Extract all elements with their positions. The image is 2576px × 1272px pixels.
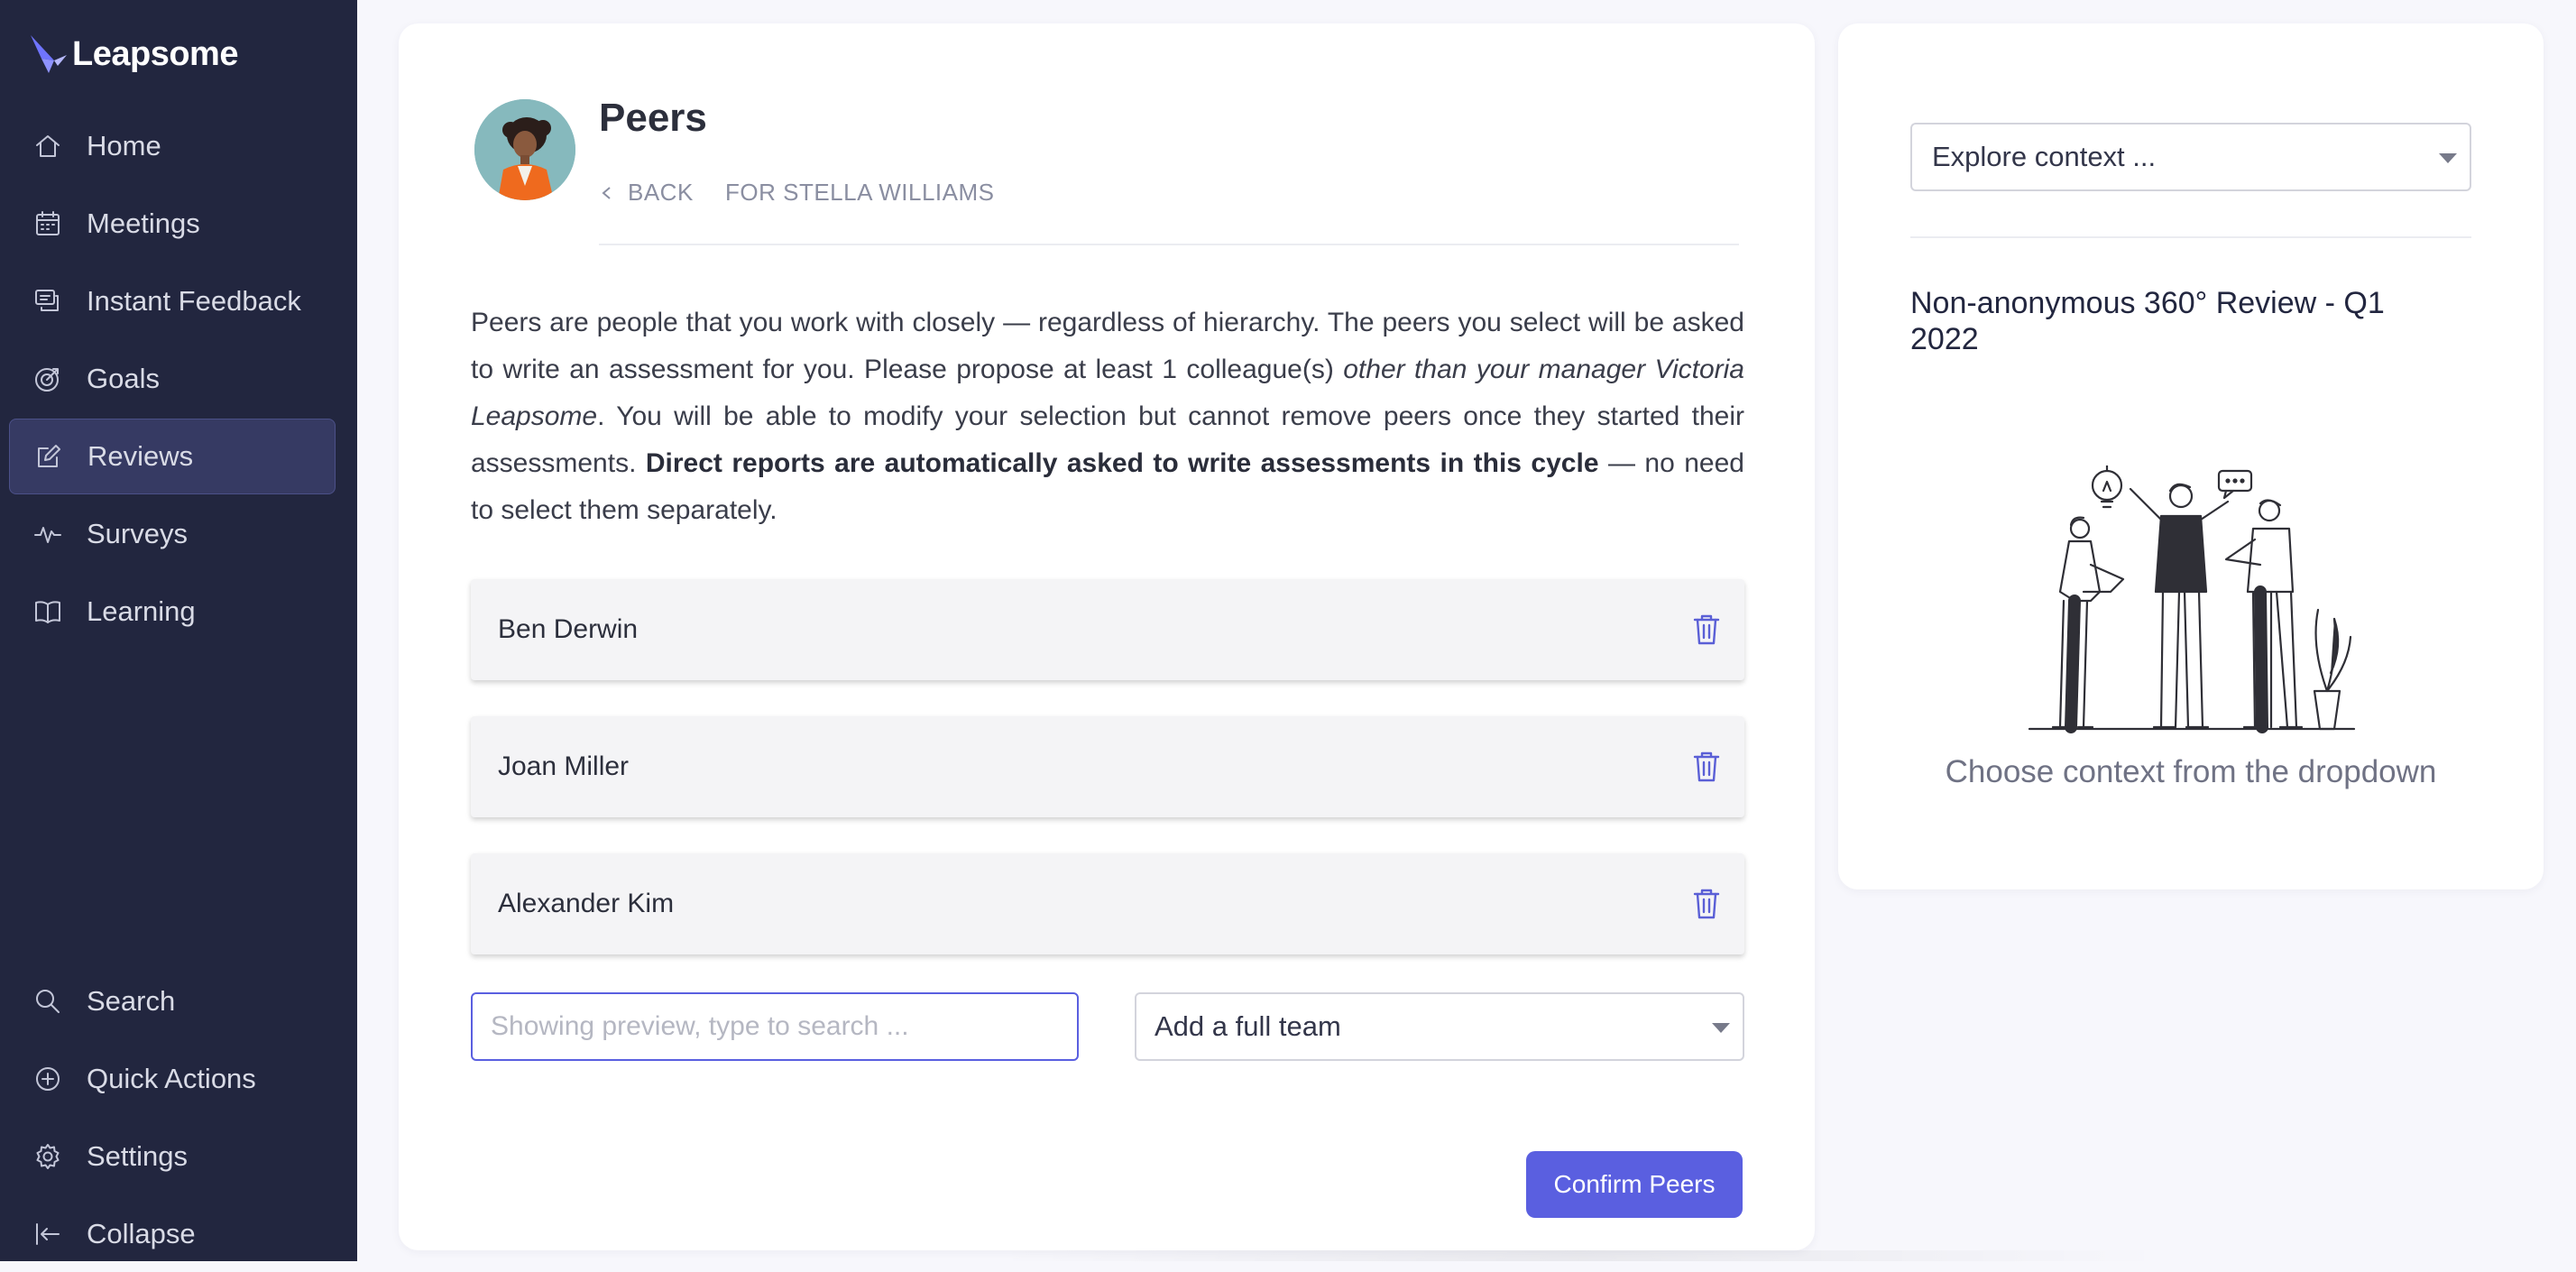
caret-down-icon xyxy=(2439,153,2457,163)
sidebar-item-label: Instant Feedback xyxy=(87,285,301,317)
sidebar-item-label: Learning xyxy=(87,595,196,627)
edit-icon xyxy=(32,439,66,474)
target-icon xyxy=(31,362,65,396)
sidebar-item-label: Home xyxy=(87,130,161,161)
back-button[interactable]: BACK xyxy=(599,179,694,207)
delete-peer-button[interactable] xyxy=(1692,888,1721,920)
sidebar-item-label: Settings xyxy=(87,1140,189,1172)
explore-context-value: Explore context ... xyxy=(1932,141,2157,172)
peer-row: Joan Miller xyxy=(471,716,1744,817)
sidebar-item-label: Meetings xyxy=(87,207,200,239)
delete-peer-button[interactable] xyxy=(1692,613,1721,646)
scroll-shadow xyxy=(992,1250,2165,1261)
divider xyxy=(599,244,1739,245)
peer-row: Ben Derwin xyxy=(471,579,1744,680)
leapsome-bird-icon xyxy=(31,35,67,73)
chat-icon xyxy=(31,284,65,318)
peer-name: Alexander Kim xyxy=(498,889,675,918)
peer-row: Alexander Kim xyxy=(471,853,1744,954)
sidebar-item-reviews[interactable]: Reviews xyxy=(9,419,336,494)
sidebar-item-learning[interactable]: Learning xyxy=(9,574,336,650)
sidebar-item-label: Reviews xyxy=(87,440,194,472)
sidebar-item-instant-feedback[interactable]: Instant Feedback xyxy=(9,263,336,339)
search-icon xyxy=(31,984,65,1019)
empty-context-hint: Choose context from the dropdown xyxy=(1945,754,2437,789)
team-illustration xyxy=(2028,465,2356,733)
peer-name: Joan Miller xyxy=(498,751,630,781)
avatar xyxy=(474,99,575,200)
sidebar-item-goals[interactable]: Goals xyxy=(9,341,336,417)
sidebar-item-settings[interactable]: Settings xyxy=(9,1119,336,1194)
sidebar-item-label: Quick Actions xyxy=(87,1063,256,1094)
trash-icon xyxy=(1693,614,1720,645)
add-team-select[interactable]: Add a full team xyxy=(1135,992,1744,1061)
add-team-select-value: Add a full team xyxy=(1155,1010,1341,1042)
sidebar-item-label: Goals xyxy=(87,363,160,394)
gear-icon xyxy=(31,1139,65,1174)
peer-search-input[interactable] xyxy=(471,992,1079,1061)
pulse-icon xyxy=(31,517,65,551)
divider xyxy=(1910,236,2471,238)
explore-context-select[interactable]: Explore context ... xyxy=(1910,123,2471,191)
sidebar-item-meetings[interactable]: Meetings xyxy=(9,186,336,262)
trash-icon xyxy=(1693,889,1720,919)
trash-icon xyxy=(1693,751,1720,782)
sidebar-item-search[interactable]: Search xyxy=(9,963,336,1039)
sidebar-item-home[interactable]: Home xyxy=(9,108,336,184)
confirm-peers-button[interactable]: Confirm Peers xyxy=(1526,1151,1743,1218)
delete-peer-button[interactable] xyxy=(1692,751,1721,783)
reviewee-label: FOR STELLA WILLIAMS xyxy=(725,179,995,206)
sidebar-item-label: Collapse xyxy=(87,1218,196,1249)
peer-name: Ben Derwin xyxy=(498,614,639,644)
sidebar-item-collapse[interactable]: Collapse xyxy=(9,1196,336,1272)
sidebar: Leapsome Home Meetings Instant Feedback … xyxy=(0,0,357,1261)
instructions-text: Peers are people that you work with clos… xyxy=(471,300,1744,534)
home-icon xyxy=(31,129,65,163)
page-title: Peers xyxy=(599,96,707,140)
context-card: Explore context ... Non-anonymous 360° R… xyxy=(1838,23,2544,889)
sidebar-item-surveys[interactable]: Surveys xyxy=(9,496,336,572)
back-label: BACK xyxy=(628,179,694,206)
review-cycle-title: Non-anonymous 360° Review - Q1 2022 xyxy=(1910,286,2385,356)
leapsome-logo[interactable]: Leapsome xyxy=(27,27,238,81)
calendar-icon xyxy=(31,207,65,241)
caret-down-icon xyxy=(1712,1023,1730,1033)
sidebar-item-quick-actions[interactable]: Quick Actions xyxy=(9,1041,336,1117)
sidebar-item-label: Surveys xyxy=(87,518,188,549)
brand-name: Leapsome xyxy=(72,34,238,73)
collapse-icon xyxy=(31,1217,65,1251)
chevron-left-icon xyxy=(602,186,611,199)
instructions-direct-reports-note: Direct reports are automatically asked t… xyxy=(645,448,1599,478)
book-icon xyxy=(31,595,65,629)
sidebar-item-label: Search xyxy=(87,985,176,1017)
plus-circle-icon xyxy=(31,1062,65,1096)
peers-card: Peers BACK FOR STELLA WILLIAMS Peers are… xyxy=(399,23,1815,1250)
